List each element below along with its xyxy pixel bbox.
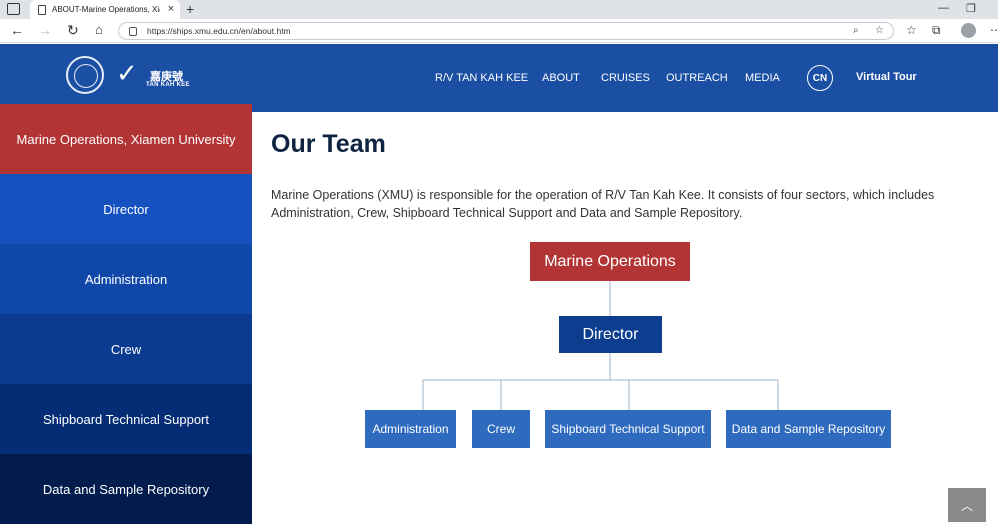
url-field[interactable]: https://ships.xmu.edu.cn/en/about.htm ⌕ … bbox=[118, 22, 894, 40]
collections-icon[interactable]: ⧉ bbox=[932, 23, 941, 38]
org-node-marine-operations: Marine Operations bbox=[530, 242, 690, 281]
nav-outreach[interactable]: OUTREACH bbox=[666, 72, 728, 84]
browser-tab-bar: ABOUT-Marine Operations, Xiam × + — ❐ bbox=[0, 0, 998, 19]
nav-about[interactable]: ABOUT bbox=[542, 72, 580, 84]
profile-avatar[interactable] bbox=[961, 23, 976, 38]
sidebar-item-director[interactable]: Director bbox=[0, 174, 252, 244]
virtual-tour-link[interactable]: Virtual Tour bbox=[856, 71, 917, 83]
back-icon[interactable]: ← bbox=[10, 22, 24, 38]
sidebar: Marine Operations, Xiamen University Dir… bbox=[0, 104, 252, 524]
intro-paragraph: Marine Operations (XMU) is responsible f… bbox=[271, 188, 935, 220]
nav-media[interactable]: MEDIA bbox=[745, 72, 780, 84]
nav-cruises[interactable]: CRUISES bbox=[601, 72, 650, 84]
logo-english-text: TAN KAH KEE bbox=[146, 82, 190, 88]
close-tab-icon[interactable]: × bbox=[168, 3, 174, 15]
org-node-administration: Administration bbox=[365, 410, 456, 448]
org-node-data-and-sample-repository: Data and Sample Repository bbox=[726, 410, 891, 448]
refresh-icon[interactable]: ↻ bbox=[67, 22, 79, 39]
page-icon bbox=[38, 4, 46, 15]
org-node-director: Director bbox=[559, 316, 662, 353]
new-tab-icon[interactable]: + bbox=[186, 1, 194, 17]
sidebar-item-data-and-sample-repository[interactable]: Data and Sample Repository bbox=[0, 454, 252, 524]
favorite-star-icon[interactable]: ☆ bbox=[875, 25, 884, 36]
university-seal-logo[interactable] bbox=[66, 56, 104, 94]
favorites-icon[interactable]: ☆ bbox=[906, 23, 917, 37]
org-node-crew: Crew bbox=[472, 410, 530, 448]
sidebar-item-shipboard-technical-support[interactable]: Shipboard Technical Support bbox=[0, 384, 252, 454]
tan-kah-kee-logo[interactable]: ✓ 嘉庚號 TAN KAH KEE bbox=[116, 60, 196, 94]
url-text: https://ships.xmu.edu.cn/en/about.htm bbox=[147, 26, 291, 36]
tab-title: ABOUT-Marine Operations, Xiam bbox=[52, 5, 160, 14]
home-icon[interactable]: ⌂ bbox=[95, 22, 103, 37]
browser-tab[interactable]: ABOUT-Marine Operations, Xiam × bbox=[30, 0, 180, 19]
lock-icon bbox=[129, 26, 137, 36]
minimize-icon[interactable]: — bbox=[938, 2, 949, 14]
sidebar-item-marine-operations[interactable]: Marine Operations, Xiamen University bbox=[0, 104, 252, 174]
sidebar-item-administration[interactable]: Administration bbox=[0, 244, 252, 314]
tab-actions-icon[interactable] bbox=[7, 3, 20, 15]
nav-rv-tan-kah-kee[interactable]: R/V TAN KAH KEE bbox=[435, 72, 528, 84]
language-cn-button[interactable]: CN bbox=[807, 65, 833, 91]
org-node-shipboard-technical-support: Shipboard Technical Support bbox=[545, 410, 711, 448]
restore-icon[interactable]: ❐ bbox=[966, 2, 976, 15]
more-icon[interactable]: ⋯ bbox=[990, 23, 998, 37]
page-title: Our Team bbox=[271, 130, 386, 158]
site-header: ✓ 嘉庚號 TAN KAH KEE R/V TAN KAH KEE ABOUT … bbox=[0, 44, 998, 112]
forward-icon[interactable]: → bbox=[38, 22, 52, 38]
sidebar-item-crew[interactable]: Crew bbox=[0, 314, 252, 384]
back-to-top-button[interactable]: ︿ bbox=[948, 488, 986, 522]
address-bar: ← → ↻ ⌂ https://ships.xmu.edu.cn/en/abou… bbox=[0, 19, 998, 43]
wing-logo-icon: ✓ bbox=[116, 58, 138, 88]
zoom-icon[interactable]: ⌕ bbox=[853, 25, 859, 36]
